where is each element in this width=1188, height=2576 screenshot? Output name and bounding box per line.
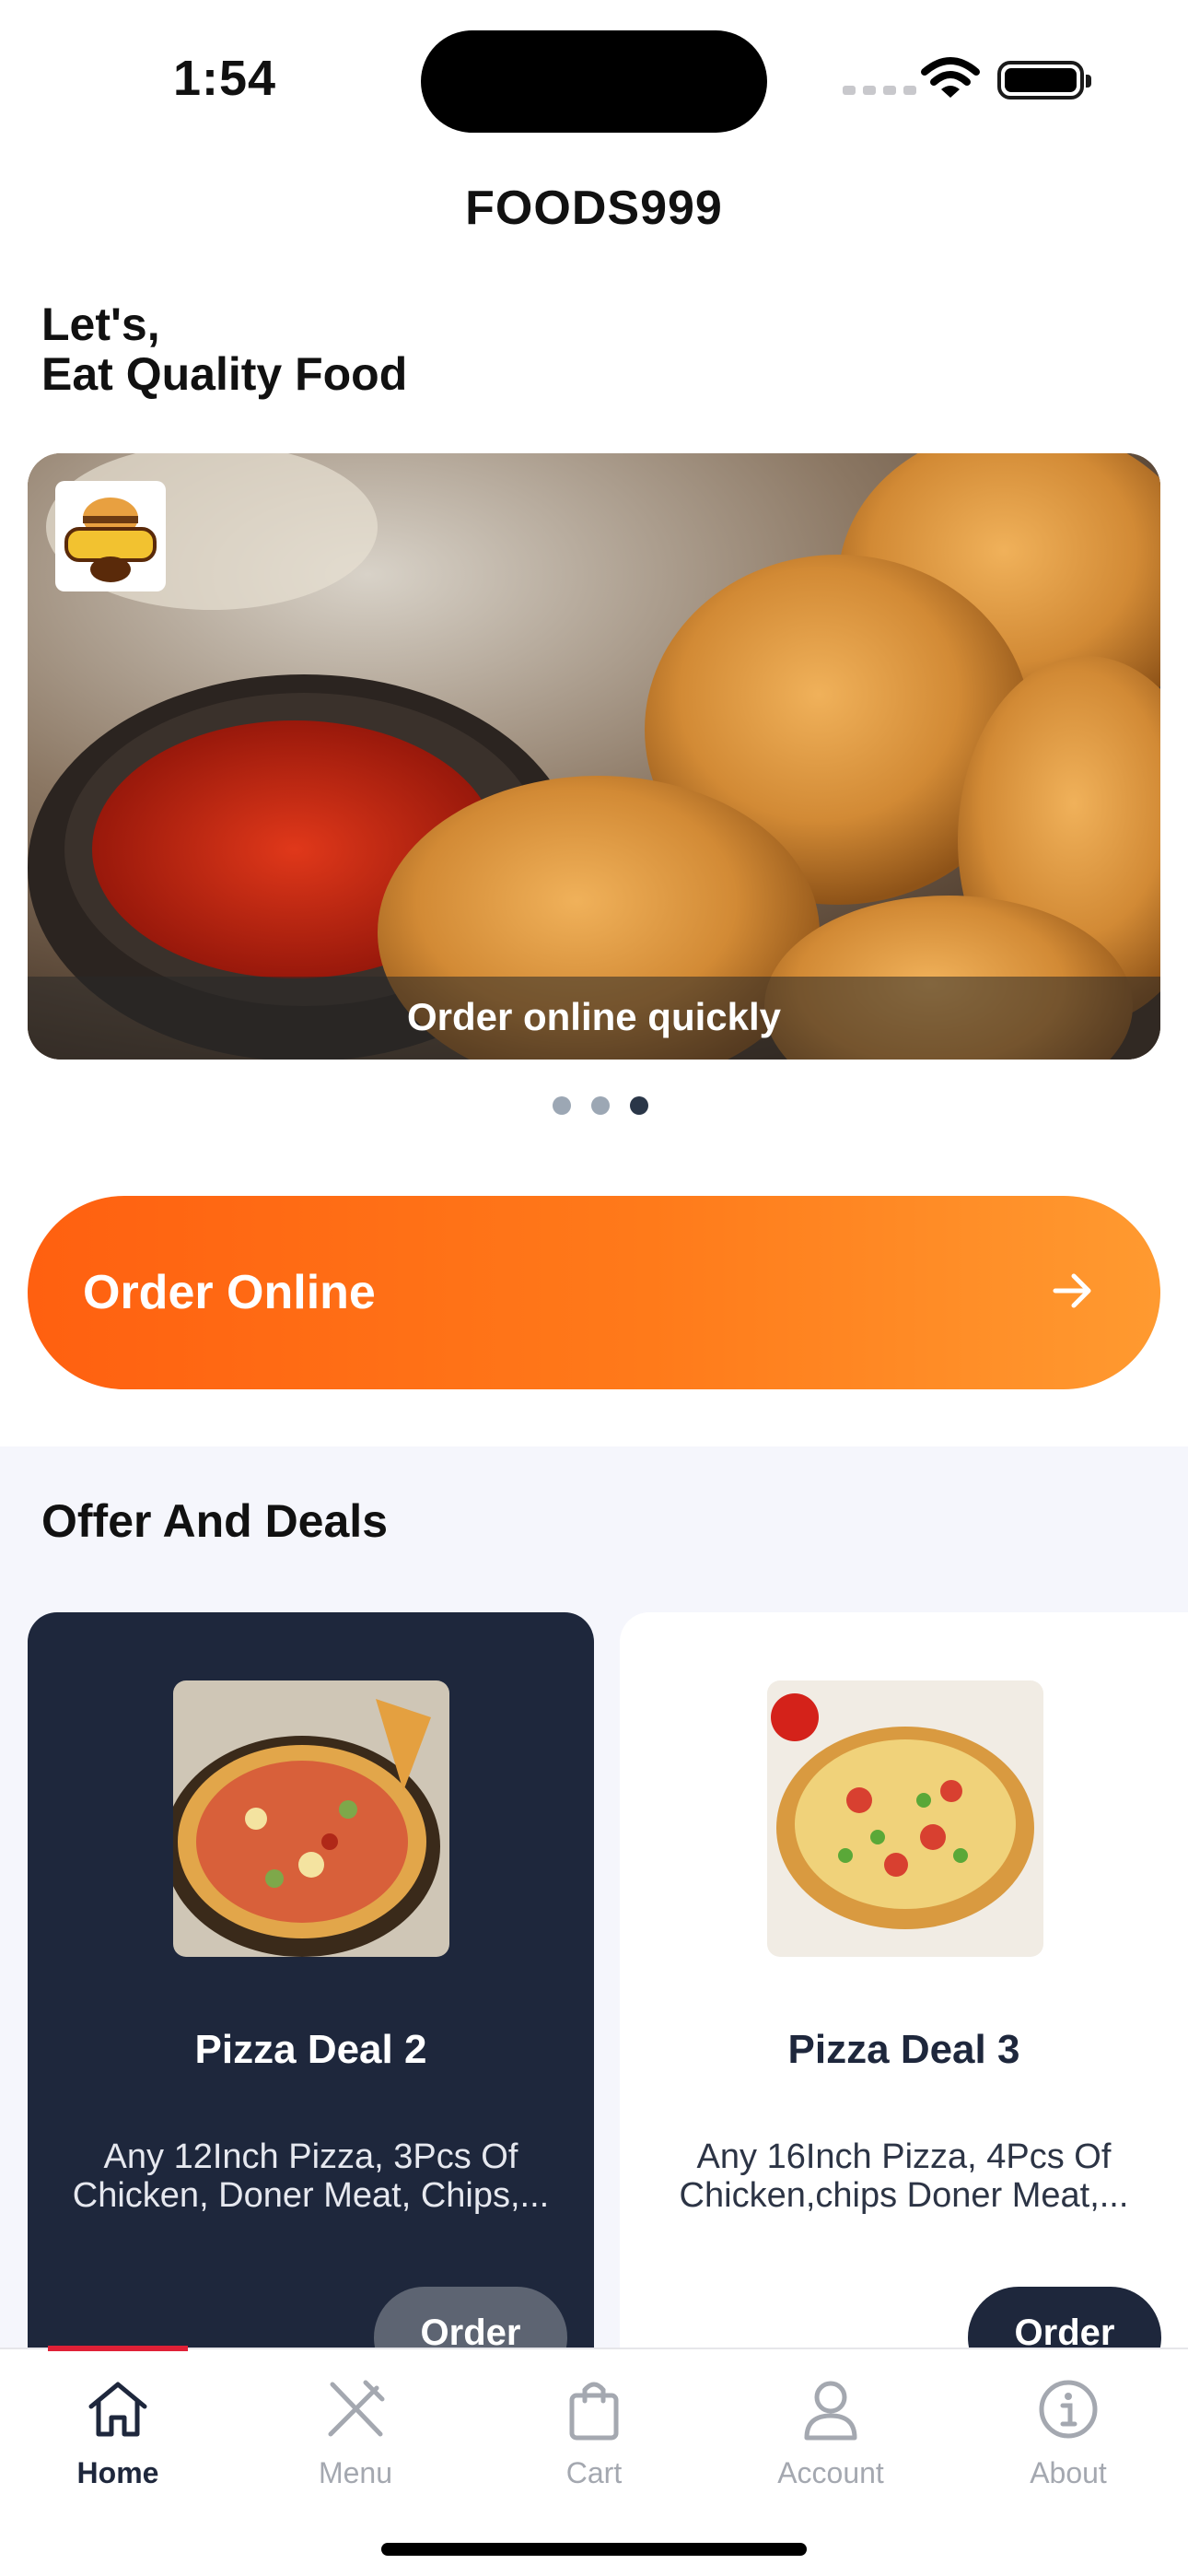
wifi-icon	[921, 57, 980, 98]
tab-label: Home	[76, 2456, 159, 2489]
order-online-button[interactable]: Order Online	[28, 1196, 1160, 1389]
tab-label: Menu	[318, 2456, 393, 2489]
cellular-signal-icon	[843, 86, 916, 95]
deal-card[interactable]: Pizza Deal 3 Any 16Inch Pizza, 4Pcs Of C…	[620, 1612, 1188, 2405]
fried-chicken-photo	[28, 453, 1160, 1060]
tab-menu[interactable]: Menu	[263, 2368, 448, 2490]
greeting-line-1: Let's,	[41, 299, 160, 350]
carousel-dot[interactable]	[553, 1096, 571, 1115]
fork-knife-icon	[328, 2380, 385, 2437]
bottom-tab-bar: Home Menu Cart Account About	[0, 2346, 1188, 2576]
user-icon	[804, 2381, 857, 2441]
deal-title: Pizza Deal 2	[194, 2027, 427, 2072]
carousel-dot[interactable]	[591, 1096, 610, 1115]
pizza-photo	[173, 1680, 449, 1957]
active-tab-indicator	[48, 2346, 188, 2351]
greeting-line-2: Eat Quality Food	[41, 348, 408, 400]
tab-label: Account	[777, 2456, 884, 2489]
deal-card[interactable]: Pizza Deal 2 Any 12Inch Pizza, 3Pcs Of C…	[28, 1612, 594, 2405]
home-indicator[interactable]	[381, 2543, 807, 2556]
foods999-logo	[55, 481, 166, 591]
status-bar: 1:54	[0, 0, 1188, 157]
offers-title: Offer And Deals	[41, 1495, 389, 1547]
tab-home[interactable]: Home	[26, 2368, 210, 2490]
dynamic-island	[421, 30, 767, 133]
tab-label: Cart	[565, 2456, 623, 2489]
carousel-pagination[interactable]	[553, 1096, 648, 1115]
tab-label: About	[1030, 2456, 1107, 2489]
promo-banner[interactable]: Order online quickly	[28, 453, 1160, 1060]
battery-icon	[997, 61, 1091, 100]
tab-about[interactable]: About	[976, 2368, 1160, 2490]
tab-cart[interactable]: Cart	[502, 2368, 686, 2490]
deal-description: Any 16Inch Pizza, 4Pcs Of Chicken,chips …	[679, 2137, 1129, 2215]
banner-caption: Order online quickly	[406, 995, 782, 1038]
order-online-label: Order Online	[83, 1266, 376, 1319]
deal-title: Pizza Deal 3	[787, 2027, 1020, 2072]
status-time: 1:54	[173, 51, 277, 106]
deal-description: Any 12Inch Pizza, 3Pcs Of Chicken, Doner…	[72, 2137, 550, 2215]
app-title: FOODS999	[465, 181, 723, 235]
carousel-dot-active[interactable]	[630, 1096, 648, 1115]
greeting-text: Let's, Eat Quality Food	[41, 299, 407, 399]
pizza-photo	[767, 1680, 1043, 1957]
info-icon	[1039, 2380, 1098, 2439]
arrow-right-icon	[1053, 1273, 1091, 1308]
tab-account[interactable]: Account	[739, 2368, 923, 2490]
bag-icon	[569, 2382, 619, 2441]
home-icon	[88, 2382, 147, 2437]
